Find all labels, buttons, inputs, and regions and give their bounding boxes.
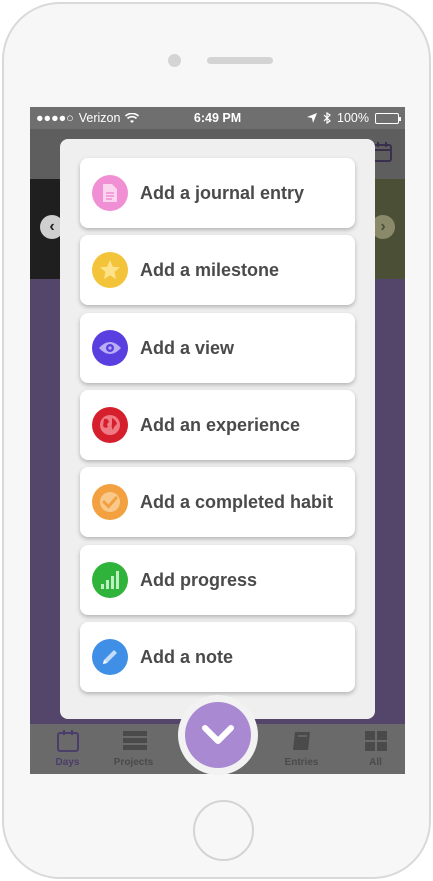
calendar-icon bbox=[56, 730, 80, 752]
globe-icon bbox=[92, 407, 128, 443]
tab-projects[interactable]: Projects bbox=[96, 724, 171, 774]
book-icon bbox=[290, 730, 314, 752]
add-journal-entry-button[interactable]: Add a journal entry bbox=[80, 158, 355, 228]
add-note-label: Add a note bbox=[140, 646, 233, 667]
battery-icon bbox=[375, 112, 401, 124]
tab-entries[interactable]: Entries bbox=[264, 724, 339, 774]
location-arrow-icon bbox=[307, 113, 318, 123]
tab-days[interactable]: Days bbox=[30, 724, 105, 774]
tab-projects-label: Projects bbox=[113, 757, 154, 768]
grid-icon bbox=[364, 730, 388, 752]
server-stack-icon bbox=[122, 730, 147, 752]
bluetooth-icon bbox=[323, 112, 331, 124]
pencil-icon bbox=[92, 639, 128, 675]
signal-bars-icon bbox=[92, 562, 128, 598]
add-experience-label: Add an experience bbox=[140, 414, 301, 435]
add-progress-button[interactable]: Add progress bbox=[80, 545, 355, 615]
tab-all[interactable]: All bbox=[338, 724, 405, 774]
checkmark-icon bbox=[92, 484, 128, 520]
home-button[interactable] bbox=[193, 800, 254, 861]
add-milestone-label: Add a milestone bbox=[140, 259, 280, 280]
status-right: 100% bbox=[307, 111, 401, 125]
add-progress-label: Add progress bbox=[140, 569, 258, 590]
add-completed-habit-button[interactable]: Add a completed habit bbox=[80, 467, 355, 537]
status-bar: ●●●●○ Verizon 6:49 PM 100% bbox=[30, 107, 405, 129]
tab-entries-label: Entries bbox=[284, 757, 319, 768]
star-icon bbox=[92, 252, 128, 288]
tab-all-label: All bbox=[369, 757, 382, 768]
eye-icon bbox=[92, 330, 128, 366]
earpiece-speaker bbox=[207, 57, 273, 64]
add-completed-habit-label: Add a completed habit bbox=[140, 491, 334, 512]
chevron-down-icon bbox=[185, 702, 251, 768]
battery-percent: 100% bbox=[337, 111, 369, 125]
tab-days-label: Days bbox=[55, 757, 80, 768]
add-view-label: Add a view bbox=[140, 337, 235, 358]
add-note-button[interactable]: Add a note bbox=[80, 622, 355, 692]
document-icon bbox=[92, 175, 128, 211]
front-camera bbox=[168, 54, 181, 67]
add-experience-button[interactable]: Add an experience bbox=[80, 390, 355, 460]
close-menu-button[interactable] bbox=[178, 695, 258, 775]
add-view-button[interactable]: Add a view bbox=[80, 313, 355, 383]
add-menu-sheet: Add a journal entry Add a milestone Add … bbox=[60, 139, 375, 719]
add-milestone-button[interactable]: Add a milestone bbox=[80, 235, 355, 305]
add-journal-entry-label: Add a journal entry bbox=[140, 182, 305, 203]
